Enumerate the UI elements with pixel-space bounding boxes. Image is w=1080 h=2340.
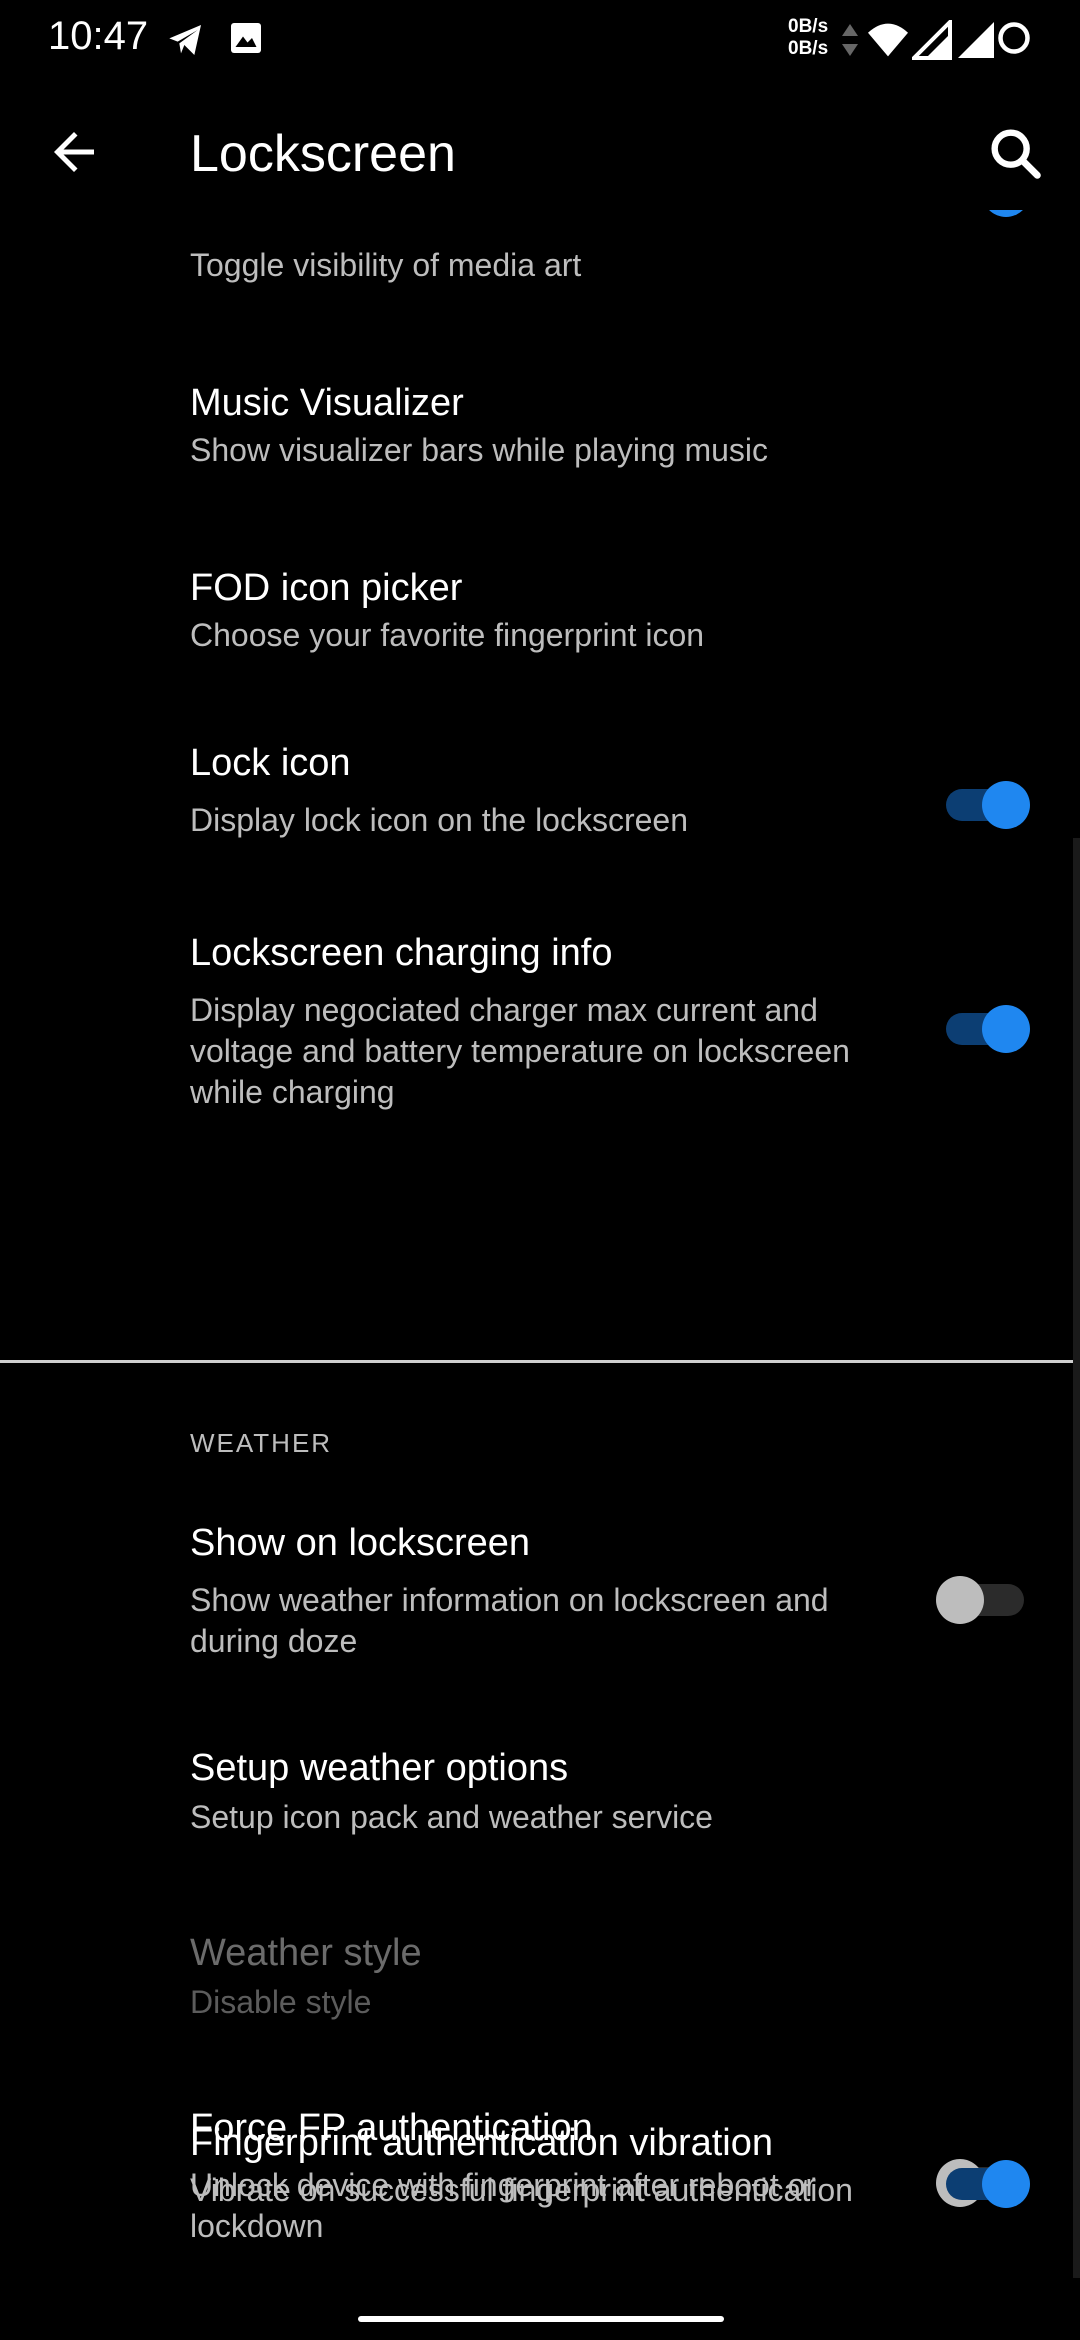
media-art-switch[interactable] <box>940 210 1030 223</box>
setting-subtitle: Display lock icon on the lockscreen <box>190 802 689 838</box>
setting-title: Show on lockscreen <box>190 1522 531 1564</box>
setting-subtitle: Display negociated charger max current a… <box>190 992 850 1110</box>
setting-title: Lock icon <box>190 742 351 784</box>
signal-icon <box>909 17 952 65</box>
setting-title: Lockscreen charging info <box>190 932 613 974</box>
charging-info-switch[interactable] <box>940 999 1030 1059</box>
signal-icon <box>956 20 996 65</box>
setting-charging-info[interactable]: Lockscreen charging info Display negocia… <box>0 920 1080 1150</box>
data-arrows-icon <box>838 20 862 65</box>
arrow-back-icon[interactable] <box>44 122 104 182</box>
net-up-speed: 0B/s <box>788 16 829 37</box>
setting-subtitle: Show visualizer bars while playing music <box>190 432 769 468</box>
fp-vibration-switch[interactable] <box>940 2154 1030 2214</box>
setting-title: Setup weather options <box>190 1747 569 1789</box>
page-title: Lockscreen <box>190 125 456 183</box>
setting-title: Fingerprint authentication vibration <box>190 2122 774 2164</box>
battery-ring-icon <box>996 20 1032 61</box>
show-weather-switch[interactable] <box>936 1570 1030 1630</box>
setting-show-weather-lockscreen[interactable]: Show on lockscreen Show weather informat… <box>0 1510 1080 1710</box>
section-header-weather: WEATHER <box>190 1428 333 1458</box>
setting-lock-icon[interactable]: Lock icon Display lock icon on the locks… <box>0 730 1080 900</box>
setting-title: FOD icon picker <box>190 567 463 609</box>
status-time: 10:47 <box>48 14 149 58</box>
setting-weather-style: Weather style Disable style <box>0 1920 1080 2070</box>
switch-thumb <box>982 1005 1030 1053</box>
settings-list[interactable]: Toggle visibility of media art Music Vis… <box>0 210 1080 2280</box>
setting-weather-options[interactable]: Setup weather options Setup icon pack an… <box>0 1735 1080 1885</box>
switch-thumb <box>936 1576 984 1624</box>
setting-subtitle: Disable style <box>190 1984 372 2020</box>
telegram-icon <box>166 20 206 65</box>
net-down-speed: 0B/s <box>788 38 829 59</box>
setting-subtitle: Choose your favorite fingerprint icon <box>190 617 705 653</box>
setting-music-visualizer[interactable]: Music Visualizer Show visualizer bars wh… <box>0 370 1080 520</box>
search-icon[interactable] <box>984 122 1048 186</box>
setting-fod-icon-picker[interactable]: FOD icon picker Choose your favorite fin… <box>0 555 1080 705</box>
setting-subtitle: Toggle visibility of media art <box>190 247 582 283</box>
scrollbar[interactable] <box>1073 838 1080 2278</box>
setting-subtitle: Show weather information on lockscreen a… <box>190 1582 829 1659</box>
lock-icon-switch[interactable] <box>940 775 1030 835</box>
setting-subtitle: Setup icon pack and weather service <box>190 1799 713 1835</box>
setting-fp-auth-vibration[interactable]: Fingerprint authentication vibration Vib… <box>0 2110 1080 2280</box>
wifi-icon <box>866 20 910 65</box>
switch-thumb <box>982 2160 1030 2208</box>
app-bar: Lockscreen <box>0 100 1080 210</box>
network-speed: 0B/s 0B/s <box>788 16 828 60</box>
setting-title: Music Visualizer <box>190 382 464 424</box>
gallery-icon <box>228 20 264 61</box>
switch-thumb <box>982 781 1030 829</box>
home-indicator[interactable] <box>358 2316 724 2322</box>
section-divider <box>0 1360 1080 1363</box>
setting-subtitle: Vibrate on successful fingerprint authen… <box>190 2172 853 2208</box>
setting-media-art[interactable]: Toggle visibility of media art <box>0 210 1080 320</box>
status-bar: 10:47 0B/s 0B/s <box>0 0 1080 80</box>
switch-thumb <box>982 210 1030 217</box>
setting-title: Weather style <box>190 1932 422 1974</box>
